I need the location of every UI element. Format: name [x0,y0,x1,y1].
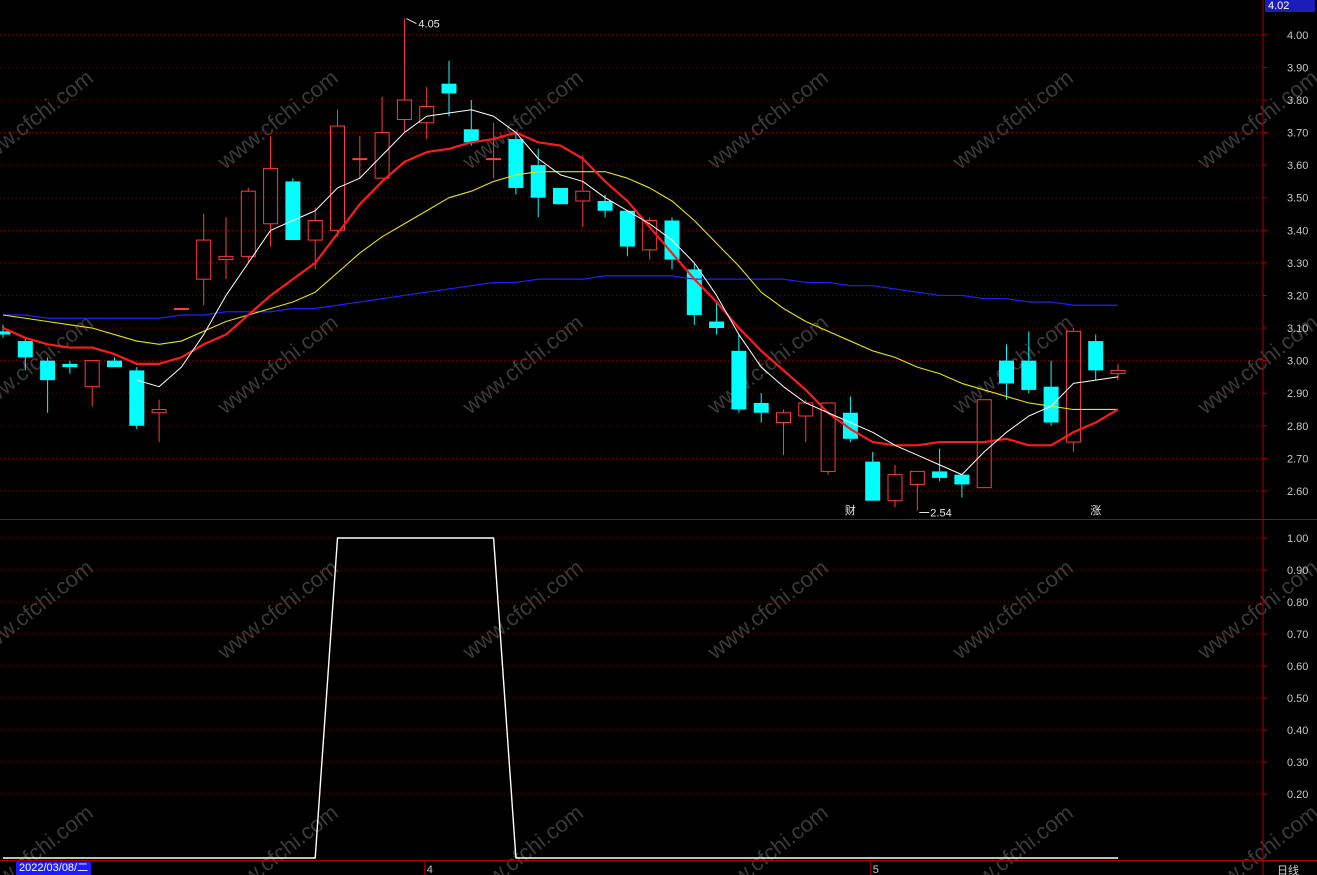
price-tick-label: 2.60 [1287,486,1308,498]
candle-body-down [753,402,769,413]
indicator-tick-label: 0.50 [1287,693,1308,705]
candle-body-down [463,129,479,143]
price-tick-label: 3.00 [1287,356,1308,368]
indicator-tick-label: 0.90 [1287,565,1308,577]
kline-chart[interactable]: www.cfchi.com www.cfchi.com www.cfchi.com w… [0,0,1317,875]
candle-body-down [441,83,457,94]
price-tick-label: 3.30 [1287,258,1308,270]
candle-body-down [999,360,1014,384]
watermark-text: www.cfchi.com [457,800,588,875]
candle-body-up [218,255,234,261]
indicator-tick-label: 1.00 [1287,533,1308,545]
candle-body-down [530,165,546,198]
candle-body-down [107,360,122,368]
indicator-tick-label: 0.20 [1287,789,1308,801]
watermark-text: www.cfchi.com [947,65,1078,175]
candle-body-up [330,125,345,231]
watermark-text: www.cfchi.com [457,555,588,665]
candle-body-down [731,350,747,410]
candle-body-up [976,399,992,489]
month-marker-label: 4 [427,864,433,875]
candle-body-down [1043,386,1059,423]
candle-body-down [40,360,56,381]
price-tick-label: 2.70 [1287,453,1308,465]
low-price-label: 2.54 [930,507,951,519]
high-price-label: 4.05 [418,19,439,31]
candle-body-down [932,471,948,478]
candle-body-up [642,220,658,251]
chart-stage: www.cfchi.com www.cfchi.com www.cfchi.com w… [0,0,1317,875]
candle-body-down [553,187,568,205]
ma-blue-line [3,275,1118,319]
candle-body-up [909,470,925,485]
candle-body-down [597,200,613,211]
indicator-tick-label: 0.60 [1287,661,1308,673]
candle-body-up [887,474,903,502]
price-tick-label: 4.00 [1287,30,1308,42]
watermark-text: www.cfchi.com [212,310,343,420]
price-tick-label: 3.40 [1287,225,1308,237]
candle-body-up [151,408,167,414]
price-tick-label: 3.20 [1287,290,1308,302]
watermark-text: www.cfchi.com [702,555,833,665]
candle-body-down [62,363,78,368]
candle-body-up [575,190,591,202]
price-tick-label: 2.80 [1287,421,1308,433]
price-tick-label: 3.60 [1287,160,1308,172]
watermark-text: www.cfchi.com [702,65,833,175]
price-tick-label: 2.90 [1287,388,1308,400]
month-marker-label: 5 [873,864,879,875]
price-tick-label: 3.50 [1287,193,1308,205]
candle-body-down [1088,341,1104,371]
watermark-text: www.cfchi.com [212,555,343,665]
event-marker-cai: 财 [845,503,856,517]
candle-body-up [263,167,279,225]
period-label[interactable]: 日线 [1277,862,1299,875]
candle-body-up [776,412,791,424]
candle-body-up [1110,369,1126,375]
candle-body-up [486,158,502,161]
watermark-text: www.cfchi.com [947,800,1078,875]
candle-body-up [396,99,412,121]
candle-body-down [619,210,635,247]
current-price-box: 4.02 [1265,0,1315,12]
candle-body-down [129,370,145,426]
candle-body-down [954,474,970,485]
candle-body-down [686,269,702,315]
indicator-tick-label: 0.40 [1287,725,1308,737]
candle-body-up [240,190,256,257]
candle-body-down [285,181,301,241]
watermark-text: www.cfchi.com [702,800,833,875]
candle-body-up [352,158,368,161]
watermark-text: www.cfchi.com [0,65,98,175]
watermark-text: www.cfchi.com [457,310,588,420]
candle-body-up [173,307,189,310]
candle-body-down [709,321,725,329]
candle-body-down [508,139,524,188]
price-tick-label: 3.90 [1287,62,1308,74]
price-tick-label: 3.70 [1287,128,1308,140]
watermark-text: www.cfchi.com [212,65,343,175]
candle-body-down [865,461,881,501]
watermark-text: www.cfchi.com [0,555,98,665]
watermark-text: www.cfchi.com [212,800,343,875]
watermark-text: www.cfchi.com [947,555,1078,665]
candle-body-down [17,341,33,358]
indicator-tick-label: 0.30 [1287,757,1308,769]
ma-yellow-line [2,171,1118,411]
event-marker-zhang: 涨 [1090,504,1101,517]
high-arrow [406,18,417,24]
indicator-tick-label: 0.70 [1287,629,1308,641]
price-tick-label: 3.10 [1287,323,1308,335]
start-date-label: 2022/03/08/二 [16,862,92,875]
watermark-text: www.cfchi.com [1192,65,1317,175]
price-tick-label: 3.80 [1287,95,1308,107]
candle-body-up [196,239,212,280]
indicator-tick-label: 0.80 [1287,597,1308,609]
candle-body-down [1021,360,1037,390]
candle-body-up [84,360,100,388]
